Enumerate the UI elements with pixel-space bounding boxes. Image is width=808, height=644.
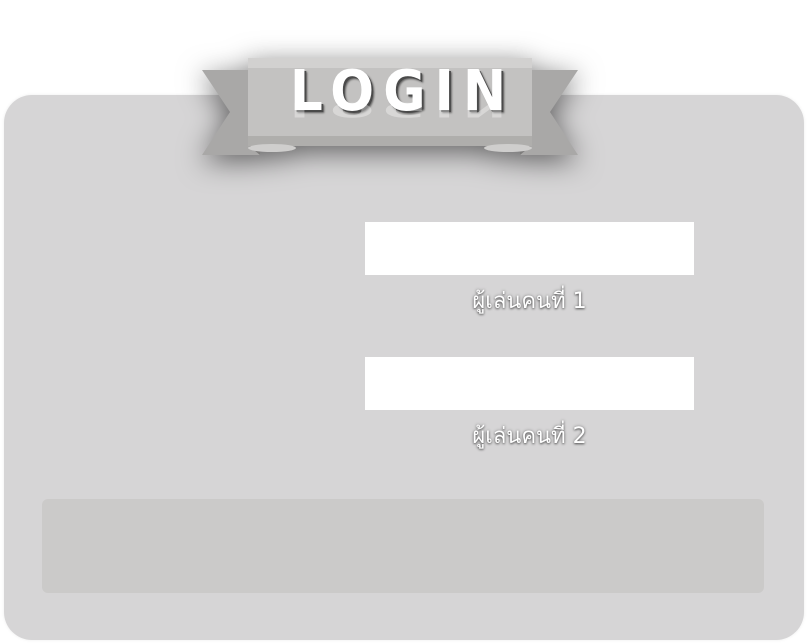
player2-label: ผู้เล่นคนที่ 2 bbox=[472, 424, 587, 449]
login-title-wrap: LOGIN LOGIN bbox=[290, 62, 515, 126]
player2-input[interactable] bbox=[365, 357, 694, 410]
page-title-reflection: LOGIN bbox=[290, 98, 516, 122]
submit-button[interactable] bbox=[42, 499, 764, 593]
login-screen: LOGIN LOGIN ผู้เล่นคนที่ 1 ผู้เล่นคนที่ … bbox=[0, 0, 808, 644]
player1-label: ผู้เล่นคนที่ 1 bbox=[472, 289, 587, 314]
player1-input[interactable] bbox=[365, 222, 694, 275]
